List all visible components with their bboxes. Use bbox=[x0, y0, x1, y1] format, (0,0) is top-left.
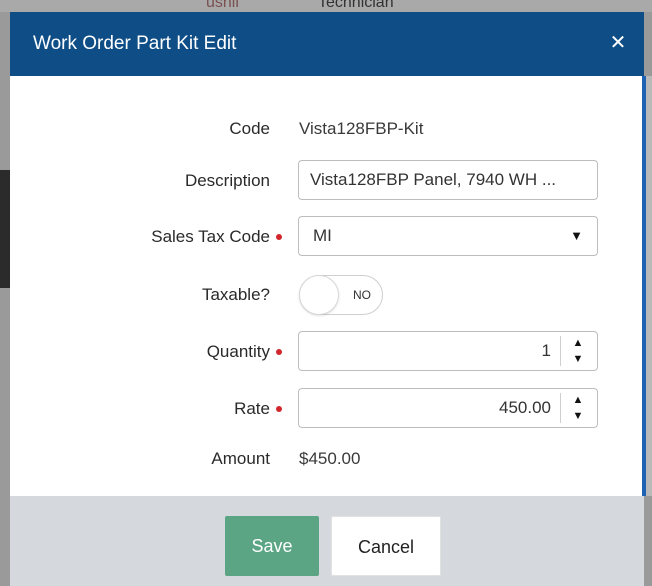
taxable-label: Taxable? bbox=[201, 285, 270, 304]
modal-title: Work Order Part Kit Edit bbox=[33, 33, 237, 54]
caret-down-icon[interactable]: ▼ bbox=[571, 409, 585, 423]
taxable-toggle-state: NO bbox=[353, 288, 371, 302]
description-input[interactable]: Vista128FBP Panel, 7940 WH ... bbox=[298, 160, 598, 200]
caret-up-icon[interactable]: ▲ bbox=[571, 393, 585, 407]
background-table-header: ushii Technician bbox=[0, 0, 652, 12]
sales-tax-code-label: Sales Tax Code bbox=[151, 227, 270, 246]
caret-down-icon[interactable]: ▼ bbox=[571, 352, 585, 366]
sales-tax-code-value: MI bbox=[313, 226, 332, 245]
amount-value: $450.00 bbox=[299, 449, 361, 468]
rate-value: 450.00 bbox=[499, 398, 551, 417]
work-order-part-kit-dialog: Work Order Part Kit Edit ✕ Code Vista128… bbox=[10, 12, 646, 586]
taxable-row: Taxable? NO bbox=[10, 274, 644, 316]
stepper-divider bbox=[560, 336, 561, 366]
description-input-value: Vista128FBP Panel, 7940 WH ... bbox=[310, 170, 557, 189]
rate-stepper[interactable]: 450.00 ▲ ▼ bbox=[298, 388, 598, 428]
sales-tax-code-row: Sales Tax Code MI ▼ bbox=[10, 216, 644, 258]
stepper-divider bbox=[560, 393, 561, 423]
required-indicator bbox=[276, 349, 282, 355]
required-indicator bbox=[276, 234, 282, 240]
description-row: Description Vista128FBP Panel, 7940 WH .… bbox=[10, 160, 644, 202]
rate-label: Rate bbox=[234, 399, 270, 418]
chevron-down-icon[interactable]: ▼ bbox=[570, 217, 583, 255]
save-button[interactable]: Save bbox=[225, 516, 319, 576]
sales-tax-code-select[interactable]: MI ▼ bbox=[298, 216, 598, 256]
modal-header: Work Order Part Kit Edit ✕ bbox=[10, 12, 644, 76]
taxable-toggle[interactable]: NO bbox=[299, 275, 383, 315]
amount-row: Amount $450.00 bbox=[10, 438, 644, 480]
rate-row: Rate 450.00 ▲ ▼ bbox=[10, 388, 644, 430]
amount-label: Amount bbox=[211, 449, 270, 468]
modal-footer: Save Cancel bbox=[10, 496, 644, 586]
description-label: Description bbox=[184, 171, 270, 190]
required-indicator bbox=[276, 406, 282, 412]
close-icon[interactable]: ✕ bbox=[606, 30, 630, 56]
quantity-label: Quantity bbox=[206, 342, 270, 361]
background-header-text: Technician bbox=[318, 0, 394, 11]
toggle-knob[interactable] bbox=[299, 275, 339, 315]
quantity-row: Quantity 1 ▲ ▼ bbox=[10, 331, 644, 373]
code-row: Code Vista128FBP-Kit bbox=[10, 108, 644, 150]
code-value: Vista128FBP-Kit bbox=[299, 119, 424, 138]
background-header-text: ushii bbox=[206, 0, 239, 11]
cancel-button[interactable]: Cancel bbox=[331, 516, 441, 576]
caret-up-icon[interactable]: ▲ bbox=[571, 336, 585, 350]
code-label: Code bbox=[229, 119, 270, 138]
background-panel-edge bbox=[0, 170, 10, 288]
quantity-value: 1 bbox=[541, 341, 551, 360]
quantity-stepper[interactable]: 1 ▲ ▼ bbox=[298, 331, 598, 371]
